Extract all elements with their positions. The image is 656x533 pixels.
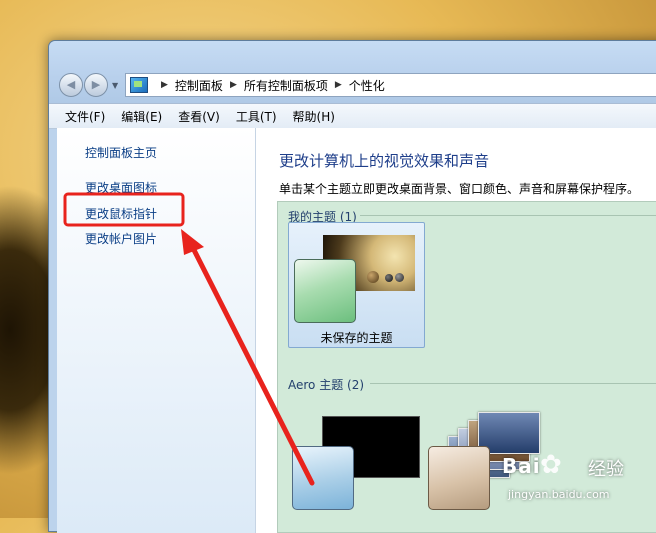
group-divider bbox=[370, 383, 656, 384]
breadcrumb-separator[interactable]: ▶ bbox=[230, 80, 237, 90]
forward-arrow-icon[interactable]: ▶ bbox=[84, 73, 108, 97]
breadcrumb-personalization[interactable]: 个性化 bbox=[349, 77, 385, 94]
theme-window-color-swatch bbox=[292, 446, 354, 510]
sidebar-control-panel-home[interactable]: 控制面板主页 bbox=[85, 144, 157, 161]
planet-shape bbox=[385, 274, 393, 282]
back-arrow-icon[interactable]: ◀ bbox=[59, 73, 83, 97]
sidebar-change-desktop-icons[interactable]: 更改桌面图标 bbox=[85, 179, 157, 196]
planet-shape bbox=[367, 271, 379, 283]
watermark-url: jingyan.baidu.com bbox=[508, 488, 610, 501]
control-panel-icon bbox=[130, 77, 148, 93]
menu-tools[interactable]: 工具(T) bbox=[228, 108, 285, 125]
menu-view[interactable]: 查看(V) bbox=[170, 108, 228, 125]
theme-window-color-swatch bbox=[294, 259, 356, 323]
breadcrumb-separator[interactable]: ▶ bbox=[335, 80, 342, 90]
planet-shape bbox=[395, 273, 404, 282]
theme-tile-unsaved[interactable]: 未保存的主题 bbox=[288, 222, 425, 348]
title-bar: ◀ ▶ ▼ ▶ 控制面板 ▶ 所有控制面板项 ▶ 个性化 bbox=[49, 41, 656, 103]
theme-window-color-swatch bbox=[428, 446, 490, 510]
sidebar-change-mouse-pointers[interactable]: 更改鼠标指针 bbox=[85, 205, 157, 222]
watermark-brand: Bai bbox=[502, 454, 541, 478]
page-heading: 更改计算机上的视觉效果和声音 bbox=[279, 152, 490, 170]
sidebar: 控制面板主页 更改桌面图标 更改鼠标指针 更改帐户图片 bbox=[57, 128, 256, 533]
menu-help[interactable]: 帮助(H) bbox=[285, 108, 343, 125]
menu-bar: 文件(F) 编辑(E) 查看(V) 工具(T) 帮助(H) bbox=[49, 103, 656, 129]
breadcrumb-control-panel[interactable]: 控制面板 bbox=[175, 77, 223, 94]
aero-themes-group-label: Aero 主题 (2) bbox=[288, 378, 365, 392]
breadcrumb-separator[interactable]: ▶ bbox=[161, 80, 168, 90]
baidu-paw-icon: ✿ bbox=[540, 450, 562, 480]
watermark-brand-suffix: 经验 bbox=[588, 459, 624, 480]
address-bar[interactable]: ▶ 控制面板 ▶ 所有控制面板项 ▶ 个性化 bbox=[125, 73, 656, 97]
theme-name: 未保存的主题 bbox=[320, 331, 393, 345]
menu-edit[interactable]: 编辑(E) bbox=[113, 108, 170, 125]
baidu-watermark: Bai ✿ 经验 jingyan.baidu.com bbox=[496, 450, 656, 510]
sidebar-change-account-picture[interactable]: 更改帐户图片 bbox=[85, 230, 157, 247]
recent-pages-dropdown[interactable]: ▼ bbox=[112, 81, 118, 90]
group-divider bbox=[360, 215, 656, 216]
page-description: 单击某个主题立即更改桌面背景、窗口颜色、声音和屏幕保护程序。 bbox=[279, 182, 640, 196]
menu-file[interactable]: 文件(F) bbox=[49, 108, 113, 125]
breadcrumb-all-items[interactable]: 所有控制面板项 bbox=[244, 77, 328, 94]
